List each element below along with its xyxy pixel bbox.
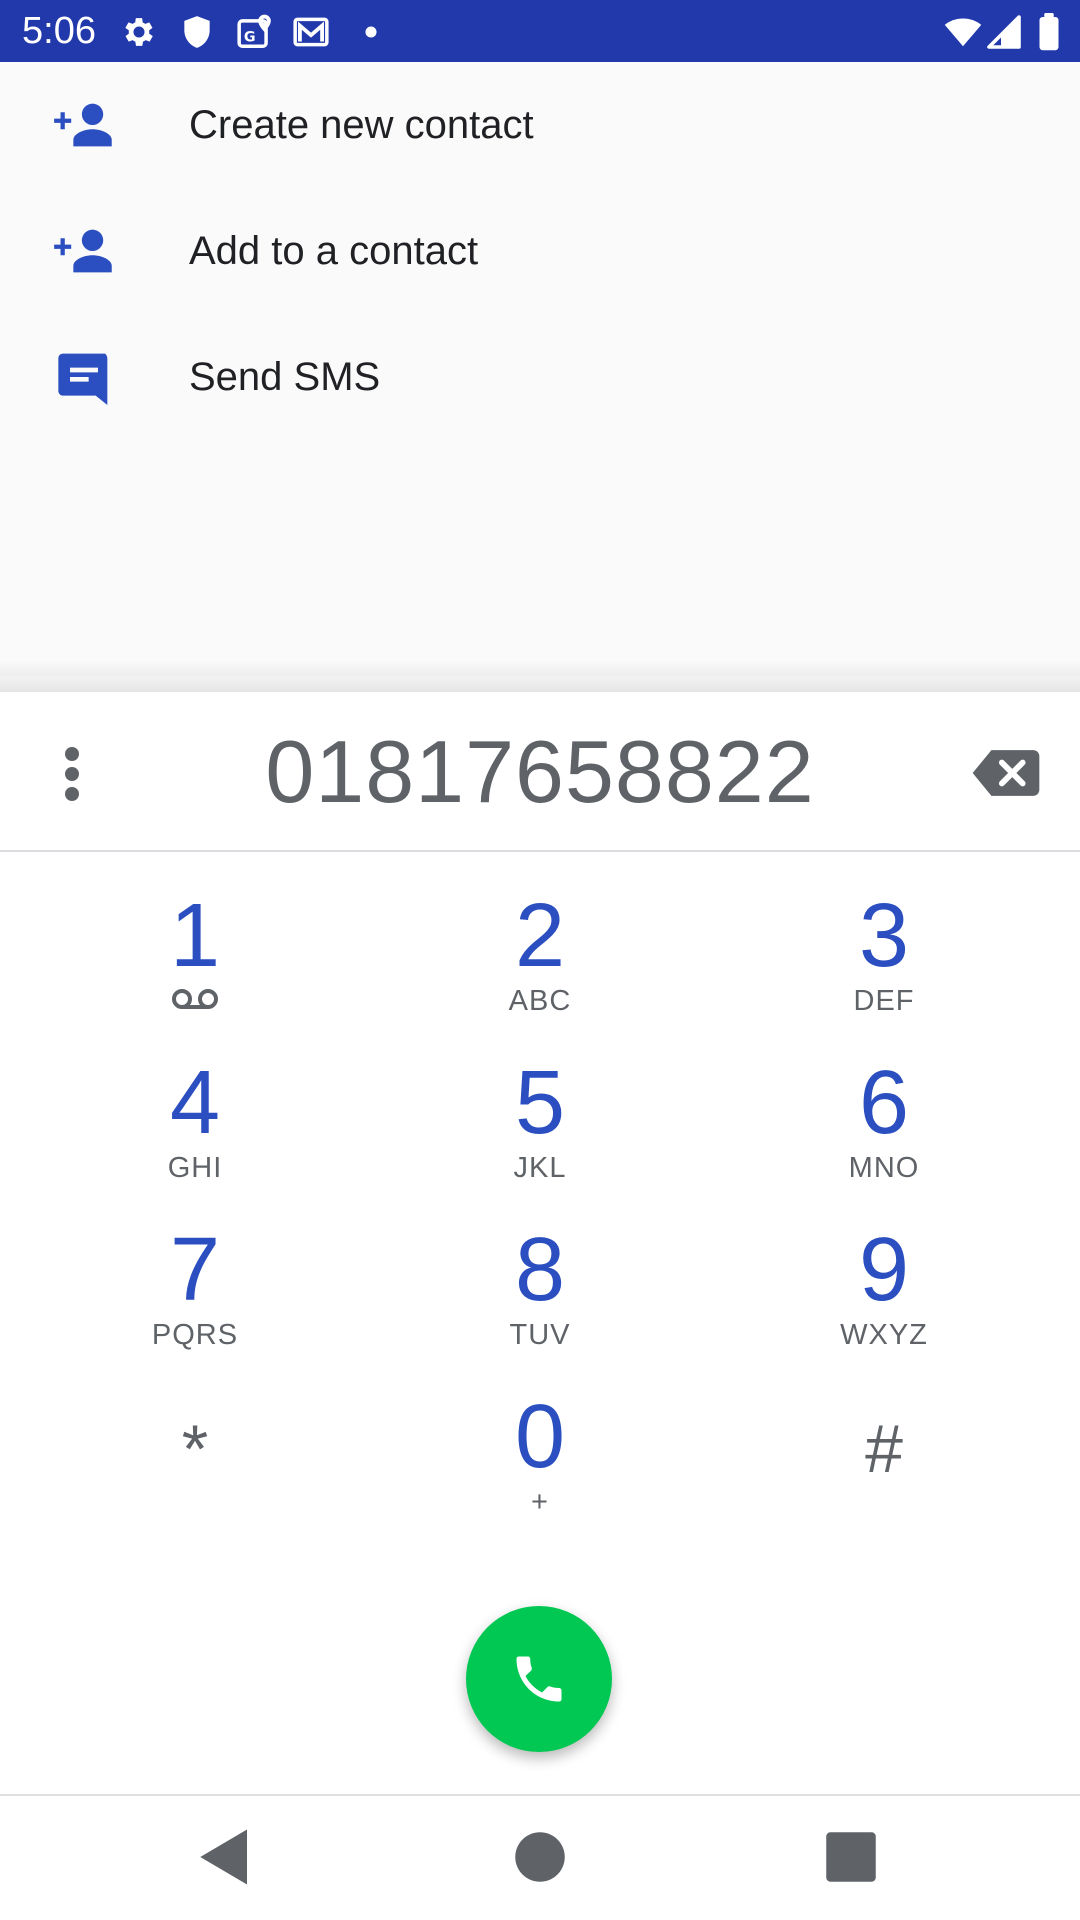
dialpad-key-2[interactable]: 2 ABC — [390, 882, 690, 1042]
key-digit: 8 — [514, 1220, 566, 1320]
key-digit: 6 — [858, 1053, 910, 1153]
add-to-contact-label: Add to a contact — [189, 229, 479, 273]
voicemail-icon — [171, 984, 219, 1014]
more-options-button[interactable] — [48, 744, 96, 804]
key-letters: GHI — [167, 1152, 223, 1184]
home-button[interactable] — [507, 1824, 573, 1890]
suggestions-list: Create new contact Add to a contact Send… — [0, 62, 1080, 676]
dialpad-key-9[interactable]: 9 WXYZ — [734, 1216, 1034, 1376]
key-digit: 7 — [169, 1220, 221, 1320]
dialed-number[interactable]: 01817658822 — [180, 712, 900, 832]
dialpad-sheet: 01817658822 1 2 ABC 3 DEF 4 GHI 5 JKL 6 … — [0, 692, 1080, 1796]
more-vert-icon — [65, 747, 79, 801]
dialpad-key-6[interactable]: 6 MNO — [734, 1049, 1034, 1209]
key-digit: 5 — [514, 1053, 566, 1153]
dialpad-key-pound[interactable]: # — [734, 1383, 1034, 1543]
key-digit: * — [181, 1411, 209, 1487]
backspace-icon — [972, 750, 1040, 796]
key-letters: ABC — [508, 985, 572, 1017]
gear-icon — [120, 13, 158, 51]
key-digit: 1 — [169, 886, 221, 986]
key-digit: 0 — [514, 1387, 566, 1487]
dialpad-key-4[interactable]: 4 GHI — [45, 1049, 345, 1209]
status-time: 5:06 — [22, 10, 96, 52]
key-letters: + — [531, 1486, 549, 1518]
dialpad-key-1[interactable]: 1 — [45, 882, 345, 1042]
home-circle-icon — [515, 1832, 565, 1882]
create-new-contact-item[interactable]: Create new contact — [0, 62, 1080, 188]
svg-text:G: G — [244, 29, 256, 45]
phone-icon — [516, 1656, 562, 1702]
person-add-icon — [52, 225, 116, 277]
map-icon: G — [236, 13, 274, 51]
key-letters: TUV — [509, 1319, 571, 1351]
dialpad-key-8[interactable]: 8 TUV — [390, 1216, 690, 1376]
recents-button[interactable] — [818, 1824, 884, 1890]
signal-icon — [986, 13, 1022, 51]
key-digit: 2 — [514, 886, 566, 986]
call-button[interactable] — [466, 1606, 612, 1752]
number-divider — [0, 850, 1080, 852]
key-letters: MNO — [848, 1152, 920, 1184]
create-new-contact-label: Create new contact — [189, 103, 534, 147]
person-add-icon — [52, 99, 116, 151]
shield-icon — [178, 13, 216, 51]
dialpad: 1 2 ABC 3 DEF 4 GHI 5 JKL 6 MNO 7 PQRS 8… — [0, 882, 1080, 1552]
recents-square-icon — [826, 1832, 876, 1882]
key-letters: PQRS — [151, 1319, 239, 1351]
dialpad-key-0[interactable]: 0 + — [390, 1383, 690, 1543]
key-letters: JKL — [513, 1152, 567, 1184]
sheet-shadow — [0, 660, 1080, 692]
send-sms-item[interactable]: Send SMS — [0, 314, 1080, 440]
key-digit: 3 — [858, 886, 910, 986]
key-digit: 9 — [858, 1220, 910, 1320]
status-bar: 5:06 G — [0, 0, 1080, 62]
dot-icon — [352, 13, 390, 51]
dialpad-key-star[interactable]: * — [45, 1383, 345, 1543]
mail-icon — [292, 13, 330, 51]
back-button[interactable] — [192, 1824, 258, 1890]
back-triangle-icon — [200, 1829, 247, 1885]
navigation-bar — [0, 1796, 1080, 1920]
message-icon — [56, 349, 112, 405]
dialpad-key-5[interactable]: 5 JKL — [390, 1049, 690, 1209]
key-letters: DEF — [853, 985, 915, 1017]
battery-icon — [1036, 13, 1062, 51]
send-sms-label: Send SMS — [189, 355, 381, 399]
key-digit: 4 — [169, 1053, 221, 1153]
add-to-contact-item[interactable]: Add to a contact — [0, 188, 1080, 314]
backspace-button[interactable] — [972, 748, 1040, 798]
key-letters: WXYZ — [840, 1319, 928, 1351]
dialpad-key-3[interactable]: 3 DEF — [734, 882, 1034, 1042]
wifi-icon — [942, 13, 984, 51]
key-digit: # — [865, 1411, 903, 1487]
dialpad-key-7[interactable]: 7 PQRS — [45, 1216, 345, 1376]
